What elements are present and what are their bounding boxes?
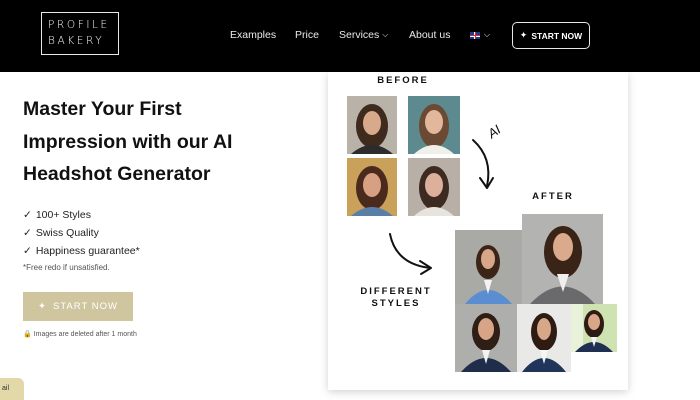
after-photo	[522, 214, 603, 304]
after-photo	[517, 304, 571, 372]
feature-item: ✓ Swiss Quality	[23, 224, 140, 242]
logo-line-1: PROFILE	[48, 19, 110, 31]
navbar: PROFILE BAKERY Examples Price Services ⌵ …	[0, 0, 700, 72]
nav-examples[interactable]: Examples	[230, 29, 276, 41]
after-photo	[571, 304, 617, 352]
nav-services-label: Services	[339, 29, 380, 41]
nav-about-us[interactable]: About us	[409, 29, 450, 41]
uk-flag-icon[interactable]	[470, 32, 480, 39]
profile-bakery-logo[interactable]: PROFILE BAKERY	[41, 12, 119, 55]
privacy-note: 🔒 Images are deleted after 1 month	[23, 330, 137, 338]
free-redo-note: *Free redo if unsatisfied.	[23, 263, 110, 272]
feature-label: Swiss Quality	[35, 227, 99, 239]
after-photo	[455, 304, 517, 372]
different-styles-line-1: DIFFERENT	[360, 286, 432, 297]
check-icon: ✓	[23, 209, 32, 221]
before-photo	[347, 96, 397, 154]
different-styles-line-2: STYLES	[371, 298, 421, 309]
nav-services[interactable]: Services ⌵	[339, 29, 388, 41]
before-photo	[408, 96, 460, 154]
corner-chat-tab[interactable]: ail	[0, 378, 24, 400]
chevron-down-icon[interactable]: ⌵	[484, 30, 490, 40]
start-now-nav-label: START NOW	[531, 30, 583, 41]
chevron-down-icon: ⌵	[382, 30, 389, 39]
before-photo	[408, 158, 460, 216]
check-icon: ✓	[23, 245, 32, 257]
different-styles-label: DIFFERENT STYLES	[356, 286, 436, 310]
lock-icon: 🔒	[23, 331, 32, 338]
magic-wand-icon: ✦	[519, 30, 528, 40]
curved-arrow-icon	[472, 139, 494, 189]
feature-label: Happiness guarantee*	[35, 245, 140, 257]
headshot-showcase-panel: BEFORE AI AFTER DIFFERENT STYLES	[328, 72, 628, 390]
check-icon: ✓	[23, 227, 32, 239]
start-now-hero-label: START NOW	[53, 301, 118, 312]
hero-title: Master Your First Impression with our AI…	[23, 98, 233, 185]
start-now-hero-button[interactable]: ✦ START NOW	[23, 292, 133, 321]
after-photo	[455, 230, 522, 304]
before-photo	[347, 158, 397, 216]
feature-item: ✓ Happiness guarantee*	[23, 242, 140, 260]
magic-wand-icon: ✦	[38, 301, 47, 312]
curved-arrow-icon	[389, 233, 432, 275]
after-label: AFTER	[532, 191, 574, 202]
logo-line-2: BAKERY	[48, 35, 105, 47]
privacy-note-text: Images are deleted after 1 month	[33, 331, 137, 338]
feature-item: ✓ 100+ Styles	[23, 206, 140, 224]
start-now-nav-button[interactable]: ✦ START NOW	[512, 22, 590, 49]
feature-list: ✓ 100+ Styles ✓ Swiss Quality ✓ Happiness g…	[23, 206, 140, 260]
before-label: BEFORE	[377, 75, 429, 86]
feature-label: 100+ Styles	[35, 209, 91, 221]
nav-price[interactable]: Price	[295, 29, 319, 41]
